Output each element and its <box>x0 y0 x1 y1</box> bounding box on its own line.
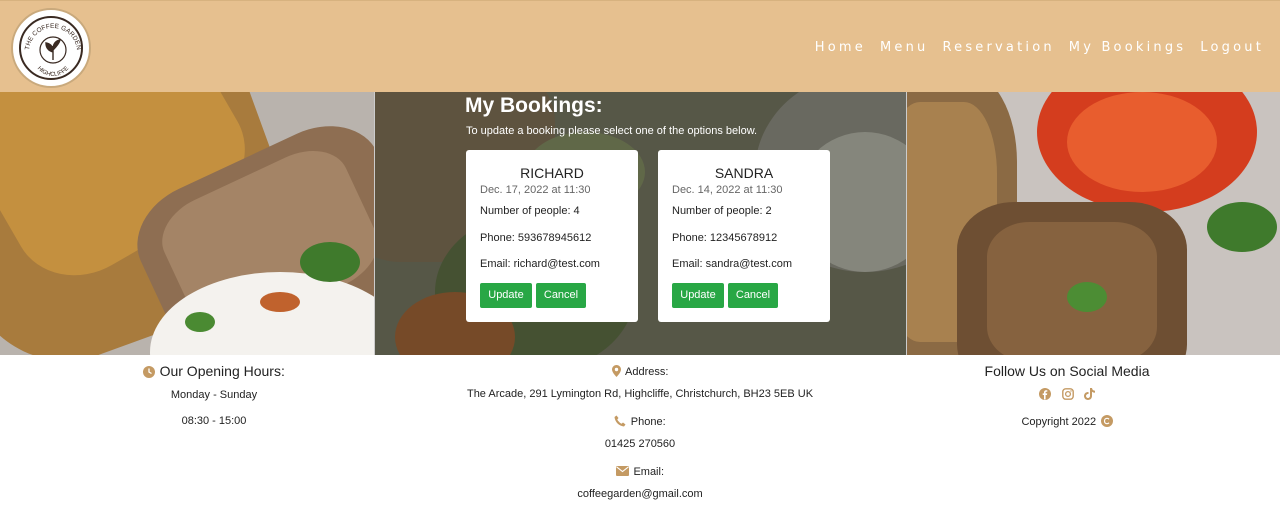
copyright-icon <box>1100 414 1113 427</box>
copyright-text: Copyright 2022 <box>1021 416 1097 428</box>
tiktok-icon[interactable] <box>1083 387 1095 400</box>
phone-heading: Phone: <box>440 412 840 430</box>
booking-card: RICHARD Dec. 17, 2022 at 11:30 Number of… <box>466 150 638 322</box>
opening-hours-title: Our Opening Hours: <box>159 363 285 379</box>
booking-email: Email: sandra@test.com <box>672 258 792 270</box>
clock-icon <box>143 365 156 378</box>
envelope-icon <box>615 465 629 476</box>
cancel-button[interactable]: Cancel <box>536 283 586 308</box>
nav-my-bookings-link[interactable]: My Bookings <box>1069 40 1186 55</box>
booking-phone: Phone: 12345678912 <box>672 232 778 244</box>
social-icons <box>960 385 1174 403</box>
email-heading: Email: <box>440 462 840 480</box>
svg-text:HIGHCLIFFE: HIGHCLIFFE <box>36 66 70 78</box>
booking-people: Number of people: 4 <box>480 205 580 217</box>
coffee-garden-logo[interactable]: THE COFFEE GARDEN HIGHCLIFFE <box>11 8 91 88</box>
address-text: The Arcade, 291 Lymington Rd, Highcliffe… <box>466 388 814 400</box>
email-text: coffeegarden@gmail.com <box>577 488 703 500</box>
facebook-icon[interactable] <box>1039 387 1052 400</box>
booking-phone: Phone: 593678945612 <box>480 232 592 244</box>
booking-name: SANDRA <box>714 165 774 181</box>
opening-time: 08:30 - 15:00 <box>181 415 247 427</box>
booking-people: Number of people: 2 <box>672 205 772 217</box>
booking-date: Dec. 17, 2022 at 11:30 <box>480 184 591 196</box>
address-heading: Address: <box>440 362 840 380</box>
cancel-button[interactable]: Cancel <box>728 283 778 308</box>
contact-info: Address: The Arcade, 291 Lymington Rd, H… <box>440 355 840 500</box>
opening-days: Monday - Sunday <box>170 389 258 401</box>
phone-label: Phone: <box>630 416 666 428</box>
main-nav: Home Menu Reservation My Bookings Logout <box>815 40 1264 55</box>
phone-text: 01425 270560 <box>604 438 676 450</box>
copyright: Copyright 2022 <box>960 412 1174 430</box>
logo-leaf-icon: THE COFFEE GARDEN HIGHCLIFFE <box>24 23 82 78</box>
hero-image-left <box>0 92 374 355</box>
booking-card: SANDRA Dec. 14, 2022 at 11:30 Number of … <box>658 150 830 322</box>
site-footer: Our Opening Hours: Monday - Sunday 08:30… <box>0 355 1280 506</box>
email-label: Email: <box>633 466 664 478</box>
address-label: Address: <box>625 366 669 378</box>
booking-email: Email: richard@test.com <box>480 258 600 270</box>
opening-hours: Our Opening Hours: Monday - Sunday 08:30… <box>100 355 328 427</box>
booking-date: Dec. 14, 2022 at 11:30 <box>672 184 783 196</box>
hero-image-right <box>907 92 1280 355</box>
my-bookings-subtitle: To update a booking please select one of… <box>466 125 758 137</box>
nav-menu-link[interactable]: Menu <box>880 40 929 55</box>
opening-hours-heading: Our Opening Hours: <box>100 363 328 381</box>
map-marker-icon <box>611 364 621 377</box>
booking-name: RICHARD <box>520 165 584 181</box>
update-button[interactable]: Update <box>480 283 532 308</box>
social-title: Follow Us on Social Media <box>984 363 1150 379</box>
nav-home-link[interactable]: Home <box>815 40 866 55</box>
site-header: THE COFFEE GARDEN HIGHCLIFFE Home Menu R… <box>0 0 1280 92</box>
nav-reservation-link[interactable]: Reservation <box>942 40 1054 55</box>
my-bookings-title: My Bookings: <box>465 94 603 117</box>
instagram-icon[interactable] <box>1061 387 1074 400</box>
update-button[interactable]: Update <box>672 283 724 308</box>
phone-icon <box>614 415 626 427</box>
nav-logout-link[interactable]: Logout <box>1200 40 1264 55</box>
social-media: Follow Us on Social Media Copyright 2022 <box>960 355 1174 430</box>
